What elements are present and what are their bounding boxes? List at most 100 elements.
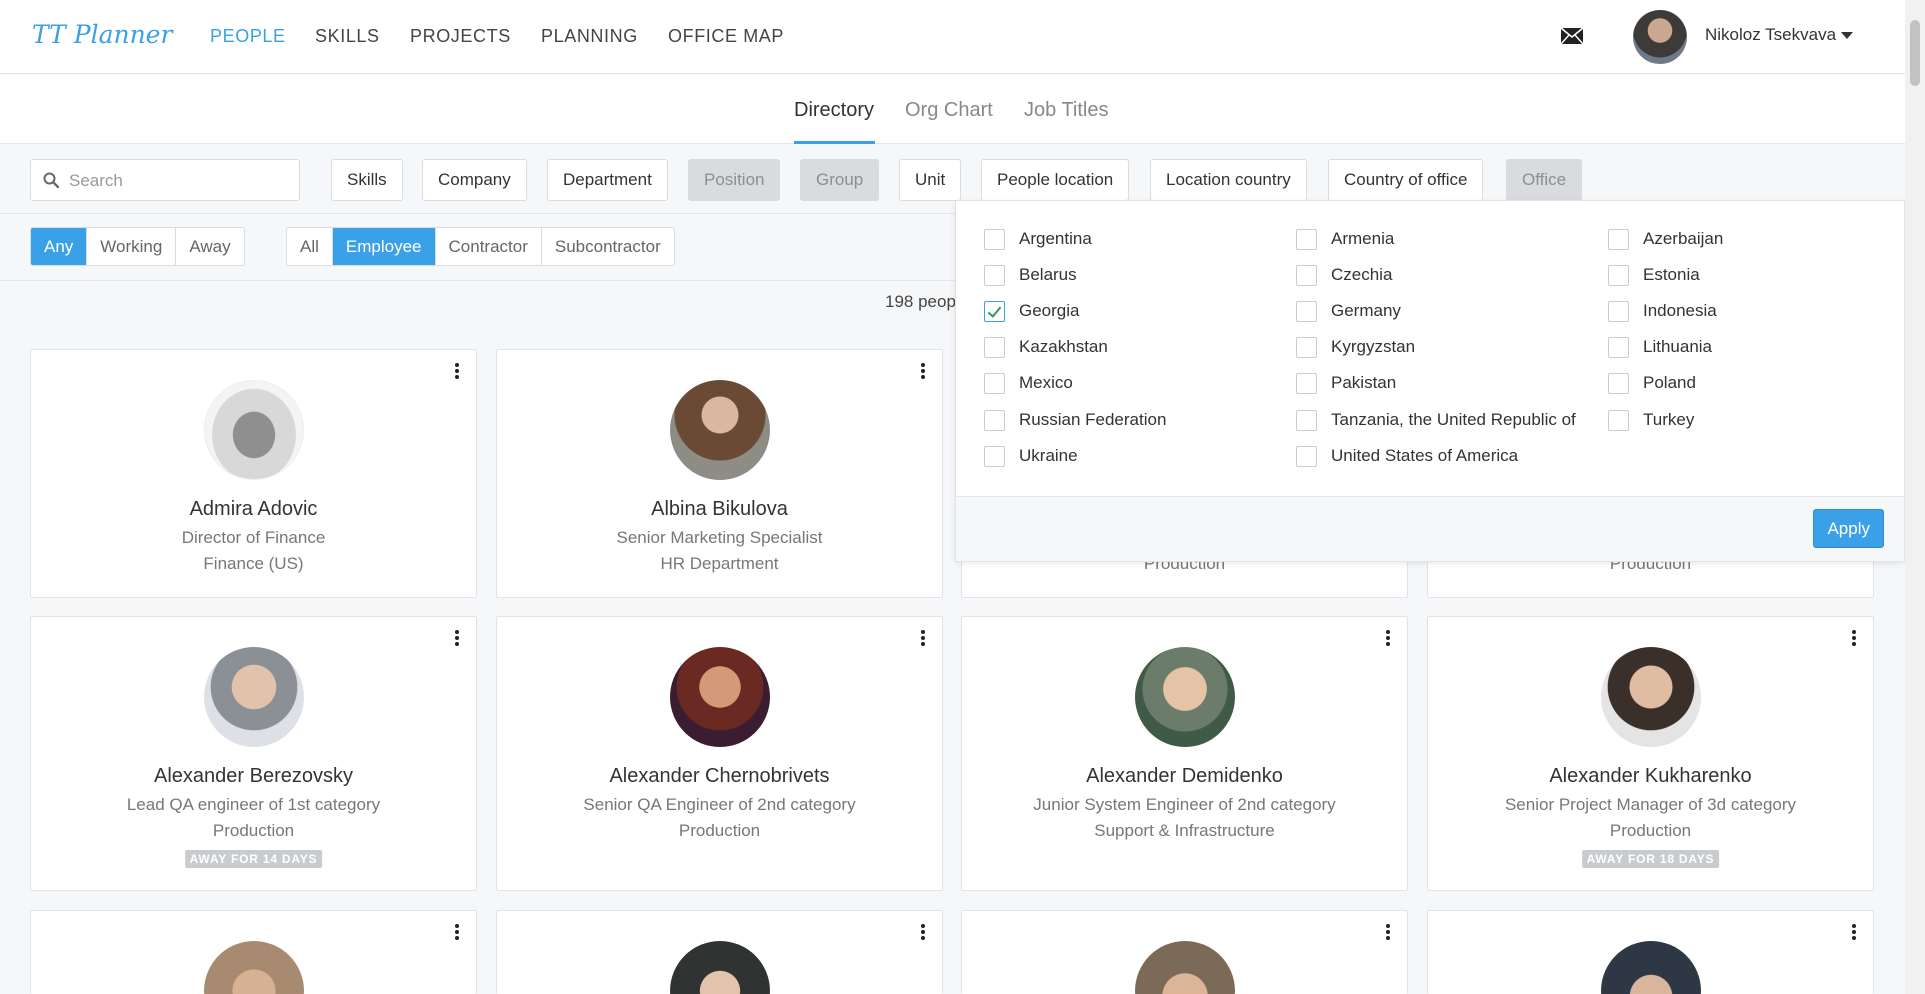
user-menu[interactable]: Nikoloz Tsekvava (1705, 25, 1854, 45)
country-option[interactable]: Azerbaijan (1608, 227, 1723, 251)
country-option[interactable]: Argentina (984, 227, 1092, 251)
country-filter-dropdown: Argentina Armenia Azerbaijan Belarus Cze… (955, 200, 1905, 562)
search-input[interactable] (69, 168, 289, 194)
checkbox[interactable] (984, 336, 1005, 358)
country-label: Poland (1643, 373, 1696, 392)
country-option[interactable]: Poland (1608, 371, 1696, 395)
more-vertical-icon[interactable] (1385, 924, 1391, 942)
checkbox[interactable] (1296, 264, 1317, 286)
person-card[interactable]: Alexander Chernobrivets Senior QA Engine… (496, 616, 943, 891)
more-vertical-icon[interactable] (454, 924, 460, 942)
checkbox[interactable] (1296, 409, 1317, 431)
filter-company-button[interactable]: Company (422, 159, 527, 201)
more-vertical-icon[interactable] (1385, 630, 1391, 648)
filter-country-of-office-button[interactable]: Country of office (1328, 159, 1484, 201)
country-option[interactable]: Germany (1296, 299, 1401, 323)
person-card[interactable]: Alexander Kukharenko Senior Project Mana… (1427, 616, 1874, 891)
tab-org-chart[interactable]: Org Chart (905, 99, 993, 122)
filter-location-country-button[interactable]: Location country (1150, 159, 1307, 201)
country-option[interactable]: Armenia (1296, 227, 1394, 251)
checkbox[interactable] (1296, 445, 1317, 467)
checkbox[interactable] (1296, 300, 1317, 322)
person-card[interactable] (961, 910, 1408, 994)
user-avatar[interactable] (1633, 10, 1687, 64)
country-option[interactable]: Tanzania, the United Republic of (1296, 408, 1576, 432)
more-vertical-icon[interactable] (454, 630, 460, 648)
status-away-option[interactable]: Away (176, 228, 243, 265)
person-card[interactable]: Alexander Berezovsky Lead QA engineer of… (30, 616, 477, 891)
nav-skills[interactable]: SKILLS (315, 26, 380, 47)
scrollbar-thumb[interactable] (1910, 20, 1920, 86)
country-option[interactable]: Georgia (984, 299, 1079, 323)
nav-projects[interactable]: PROJECTS (410, 26, 511, 47)
country-option[interactable]: Turkey (1608, 408, 1694, 432)
checkbox[interactable] (1608, 228, 1629, 250)
person-department: Production (1609, 821, 1692, 840)
type-employee-option[interactable]: Employee (332, 228, 436, 265)
person-card[interactable]: Admira Adovic Director of Finance Financ… (30, 349, 477, 598)
nav-people[interactable]: PEOPLE (210, 26, 286, 47)
tab-job-titles[interactable]: Job Titles (1024, 99, 1108, 122)
more-vertical-icon[interactable] (1851, 630, 1857, 648)
checkbox[interactable] (984, 264, 1005, 286)
checkbox[interactable] (1608, 300, 1629, 322)
checkbox[interactable] (1608, 372, 1629, 394)
country-option[interactable]: Czechia (1296, 263, 1392, 287)
more-vertical-icon[interactable] (1851, 924, 1857, 942)
checkbox[interactable] (1296, 336, 1317, 358)
country-option[interactable]: Ukraine (984, 444, 1078, 468)
checkbox[interactable] (1296, 228, 1317, 250)
status-working-option[interactable]: Working (87, 228, 177, 265)
country-option[interactable]: Indonesia (1608, 299, 1717, 323)
country-option[interactable]: Pakistan (1296, 371, 1396, 395)
more-vertical-icon[interactable] (454, 363, 460, 381)
country-option[interactable]: Estonia (1608, 263, 1700, 287)
country-option[interactable]: Kyrgyzstan (1296, 335, 1415, 359)
checkbox[interactable] (1608, 264, 1629, 286)
apply-button[interactable]: Apply (1813, 509, 1884, 548)
top-navbar: TT Planner PEOPLE SKILLS PROJECTS PLANNI… (0, 0, 1905, 74)
checkbox[interactable] (1296, 372, 1317, 394)
checkbox[interactable] (984, 228, 1005, 250)
more-vertical-icon[interactable] (920, 363, 926, 381)
country-option[interactable]: Russian Federation (984, 408, 1166, 432)
person-card[interactable] (1427, 910, 1874, 994)
checkbox[interactable] (1608, 409, 1629, 431)
type-contractor-option[interactable]: Contractor (436, 228, 542, 265)
filter-department-button[interactable]: Department (547, 159, 668, 201)
tab-directory[interactable]: Directory (794, 99, 874, 122)
checkbox[interactable] (984, 372, 1005, 394)
status-any-option[interactable]: Any (31, 228, 88, 265)
country-option[interactable]: Belarus (984, 263, 1077, 287)
checkbox[interactable] (984, 409, 1005, 431)
filter-position-button[interactable]: Position (688, 159, 781, 201)
country-option[interactable]: Mexico (984, 371, 1073, 395)
person-card[interactable]: Albina Bikulova Senior Marketing Special… (496, 349, 943, 598)
dropdown-footer: Apply (956, 496, 1904, 561)
country-option[interactable]: United States of America (1296, 444, 1518, 468)
page-scrollbar[interactable] (1905, 0, 1925, 994)
person-card[interactable] (30, 910, 477, 994)
country-option[interactable]: Lithuania (1608, 335, 1712, 359)
filter-office-button[interactable]: Office (1506, 159, 1583, 201)
person-card[interactable]: Alexander Demidenko Junior System Engine… (961, 616, 1408, 891)
more-vertical-icon[interactable] (920, 630, 926, 648)
people-count: 198 peop (885, 292, 956, 311)
country-option[interactable]: Kazakhstan (984, 335, 1108, 359)
checkbox-checked[interactable] (984, 300, 1005, 322)
nav-office-map[interactable]: OFFICE MAP (668, 26, 784, 47)
filter-skills-button[interactable]: Skills (331, 159, 403, 201)
nav-planning[interactable]: PLANNING (541, 26, 638, 47)
person-card[interactable] (496, 910, 943, 994)
type-all-option[interactable]: All (287, 228, 333, 265)
checkbox[interactable] (984, 445, 1005, 467)
app-logo[interactable]: TT Planner (32, 20, 172, 49)
mail-icon[interactable] (1560, 27, 1584, 45)
filter-unit-button[interactable]: Unit (899, 159, 962, 201)
filter-group-button[interactable]: Group (800, 159, 880, 201)
filter-people-location-button[interactable]: People location (981, 159, 1130, 201)
checkbox[interactable] (1608, 336, 1629, 358)
search-box[interactable] (30, 159, 300, 201)
more-vertical-icon[interactable] (920, 924, 926, 942)
type-subcontractor-option[interactable]: Subcontractor (542, 228, 674, 265)
